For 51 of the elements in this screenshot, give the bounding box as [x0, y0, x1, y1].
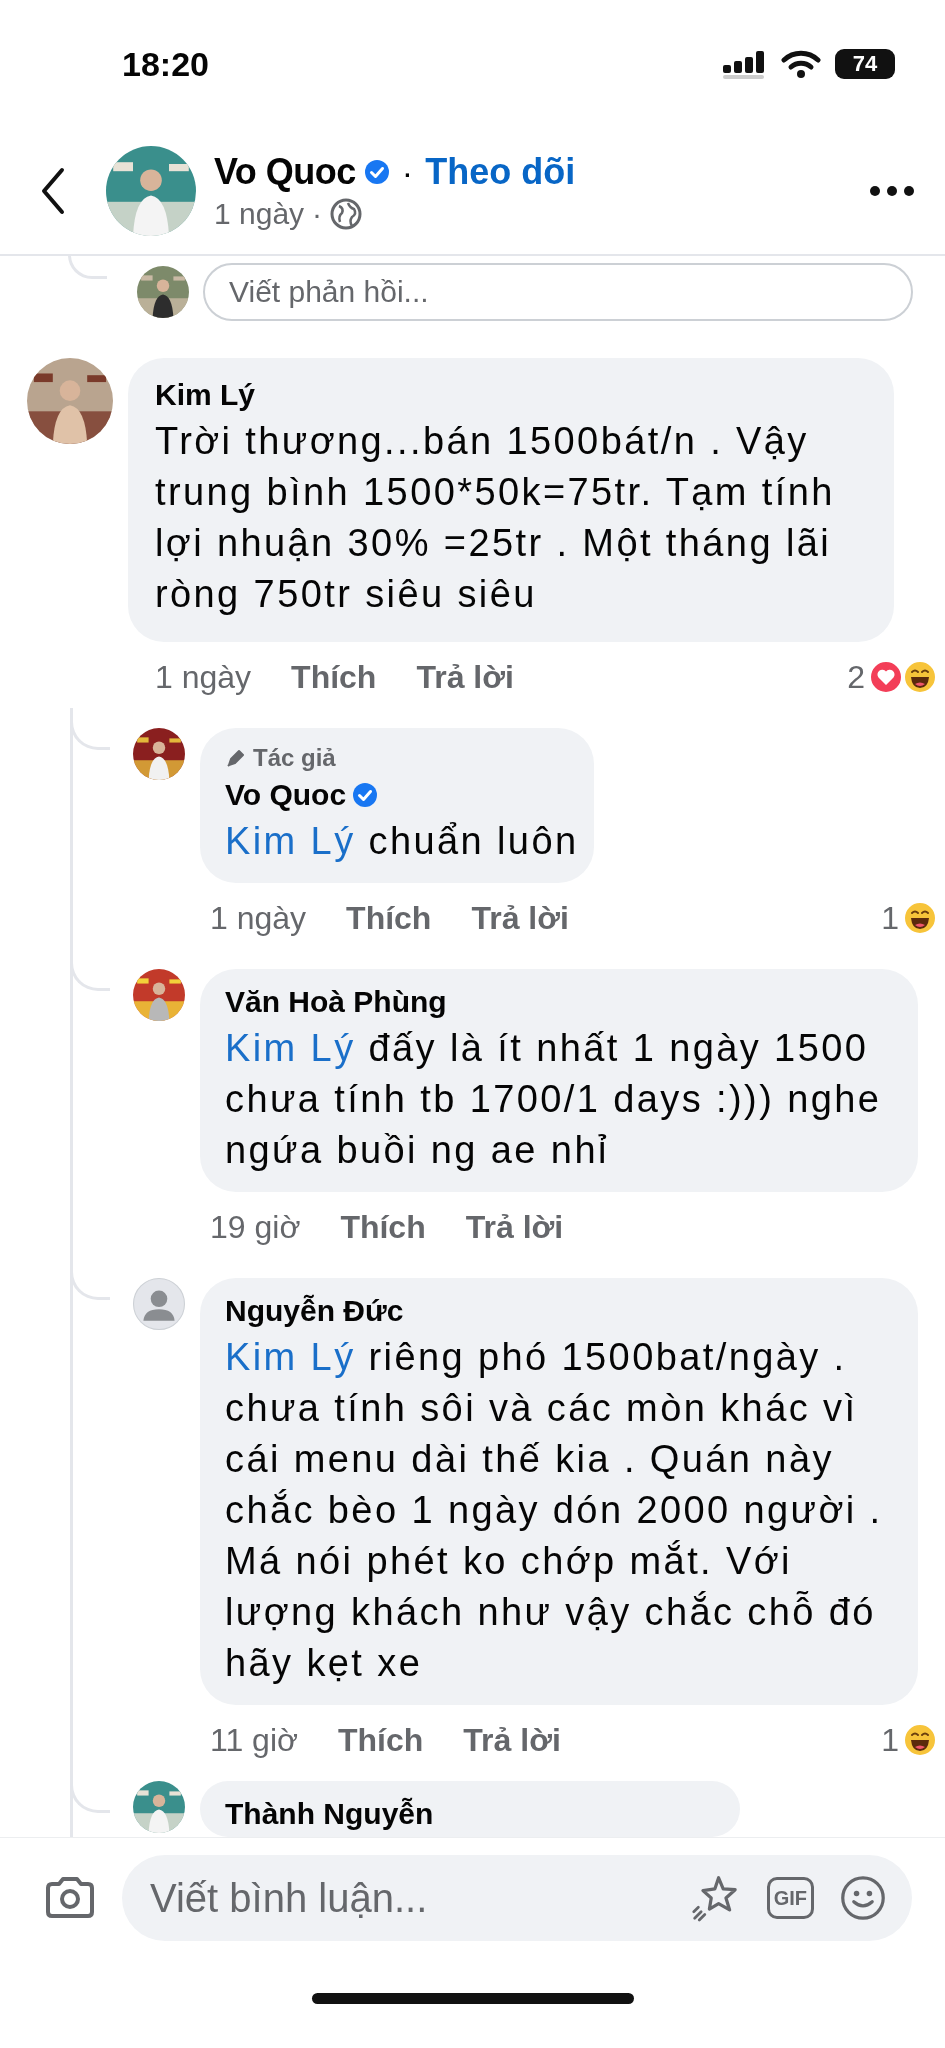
like-link[interactable]: Thích [291, 658, 377, 696]
reply-link[interactable]: Trả lời [416, 658, 514, 696]
battery-icon: 74 [835, 49, 895, 79]
commenter-name[interactable]: Kim Lý [155, 378, 256, 412]
like-link[interactable]: Thích [340, 1208, 426, 1246]
back-icon[interactable] [40, 167, 66, 215]
reaction-count: 1 [881, 899, 899, 937]
mention-link[interactable]: Kim Lý [225, 1027, 356, 1069]
mention-link[interactable]: Kim Lý [225, 820, 356, 862]
comment-text: Kim Lý chuẩn luôn [225, 819, 579, 864]
comment-time: 1 ngày [210, 899, 307, 937]
laughing-face-icon [903, 660, 937, 694]
reply-link[interactable]: Trả lời [471, 899, 569, 937]
comment-text: Kim Lý đấy là ít nhất 1 ngày 1500 chưa tính tb 1700/1 days :))) nghe ngứa buồi ng ae nhỉ [225, 1026, 883, 1173]
home-indicator[interactable] [311, 1992, 634, 2004]
comment-time: 1 ngày [155, 658, 252, 696]
commenter-name[interactable]: Vo Quoc [225, 778, 347, 812]
reply-field[interactable]: Viết phản hồi... [203, 263, 913, 321]
pen-icon [225, 747, 247, 769]
comment-text: Trời thương...bán 1500bát/n . Vậy trung bình 1500*50k=75tr. Tạm tính lợi nhuận 30% =25tr . Một tháng lãi ròng 750tr siêu siêu [155, 419, 836, 617]
comment-input[interactable]: Viết bình luận... [150, 1875, 665, 1921]
author-label: Tác giả [253, 744, 336, 772]
emoji-icon[interactable] [840, 1873, 886, 1923]
mention-link[interactable]: Kim Lý [225, 1336, 356, 1378]
author-name[interactable]: Vo Quoc [214, 151, 356, 193]
globe-icon [330, 198, 363, 230]
clock-time: 18:20 [122, 44, 209, 84]
like-link[interactable]: Thích [338, 1721, 424, 1759]
signal-icon [723, 49, 767, 79]
commenter-name[interactable]: Văn Hoà Phùng [225, 985, 447, 1019]
laughing-face-icon [903, 901, 937, 935]
separator-dot: · [401, 152, 414, 192]
reaction-count: 2 [847, 658, 865, 696]
comment-time: 11 giờ [210, 1721, 298, 1759]
reply-link[interactable]: Trả lời [463, 1721, 561, 1759]
reply-link[interactable]: Trả lời [465, 1208, 564, 1246]
wifi-icon [781, 49, 821, 79]
like-link[interactable]: Thích [346, 899, 432, 937]
laughing-face-icon [903, 1723, 937, 1757]
comment-text: Kim Lý riêng phó 1500bat/ngày . chưa tính sôi và các mòn khác vì cái menu dài thế kia . Quán này chắc bèo 1 ngày dón 2000 người . Má nói phét ko chớp mắt. Với lượng khách như vậy chắc chỗ đó hãy kẹt xe [225, 1335, 884, 1686]
more-icon[interactable] [869, 185, 915, 197]
commenter-name[interactable]: Thành Nguyễn [225, 1797, 434, 1831]
comment-field[interactable]: Viết bình luận... GIF [122, 1855, 912, 1941]
camera-icon[interactable] [44, 1876, 96, 1920]
comment-time: 19 giờ [210, 1208, 301, 1246]
separator-dot: · [312, 197, 323, 231]
reaction-count: 1 [881, 1721, 899, 1759]
gif-button[interactable]: GIF [766, 1877, 814, 1919]
post-time: 1 ngày [214, 197, 305, 231]
commenter-name[interactable]: Nguyễn Đức [225, 1294, 404, 1328]
follow-link[interactable]: Theo dõi [425, 151, 576, 193]
